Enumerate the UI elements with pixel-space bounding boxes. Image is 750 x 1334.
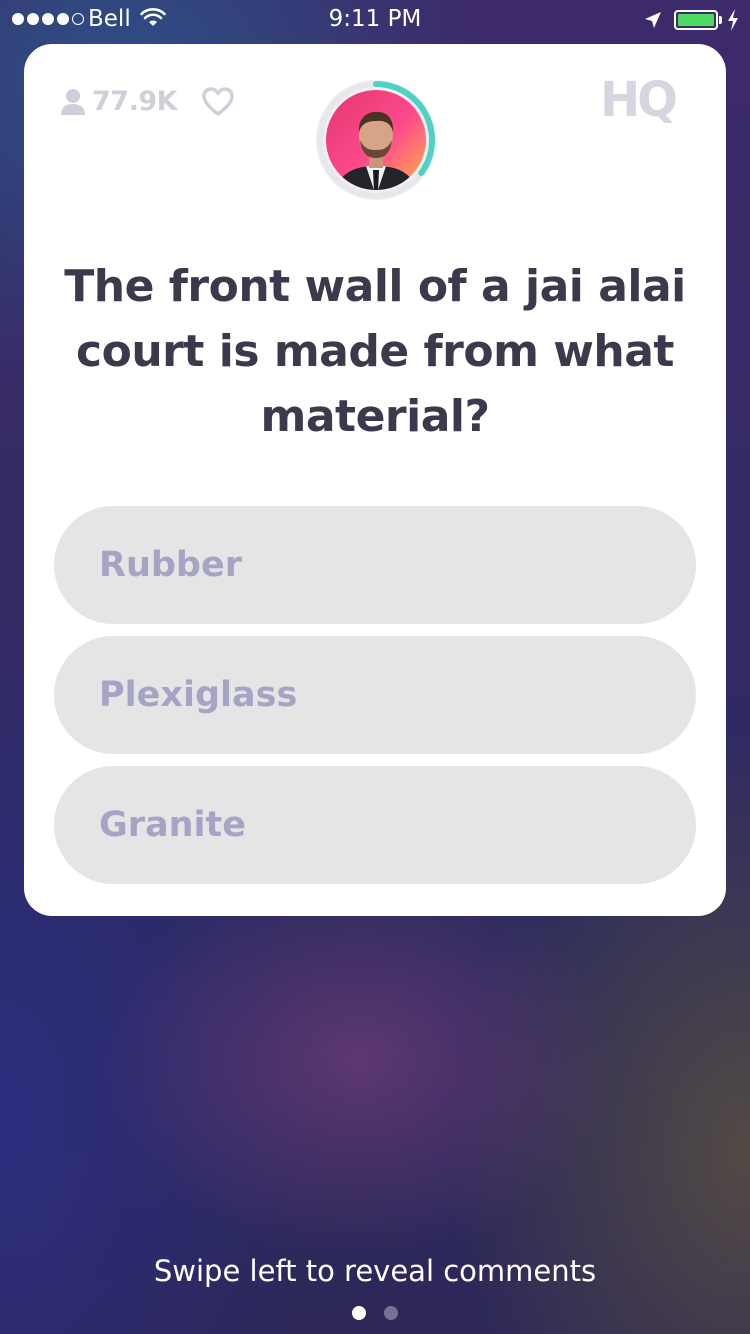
answer-option-1[interactable]: Rubber	[54, 506, 696, 624]
answer-option-label: Plexiglass	[99, 675, 298, 715]
answer-option-label: Granite	[99, 805, 246, 845]
hq-logo: HQ	[600, 72, 678, 128]
answer-option-3[interactable]: Granite	[54, 766, 696, 884]
viewer-count-group: 77.9K	[60, 86, 178, 117]
heart-icon[interactable]	[202, 87, 234, 121]
page-indicator[interactable]	[0, 1306, 750, 1320]
question-text: The front wall of a jai alai court is ma…	[64, 261, 686, 442]
page-dot[interactable]	[352, 1306, 366, 1320]
answer-option-label: Rubber	[99, 545, 242, 585]
location-arrow-icon	[643, 10, 663, 34]
battery-tip	[719, 16, 722, 24]
question-card: 77.9K HQ The front wall of a jai alai co…	[24, 44, 726, 916]
person-icon	[61, 88, 85, 115]
swipe-hint: Swipe left to reveal comments	[153, 1254, 597, 1288]
charging-bolt-icon	[726, 8, 740, 36]
host-avatar	[314, 78, 438, 202]
status-time: 9:11 PM	[328, 6, 422, 32]
answer-option-2[interactable]: Plexiglass	[54, 636, 696, 754]
page-dot[interactable]	[384, 1306, 398, 1320]
battery-icon	[674, 10, 718, 30]
viewer-count: 77.9K	[92, 86, 178, 117]
status-bar: Bell 9:11 PM	[0, 0, 750, 40]
